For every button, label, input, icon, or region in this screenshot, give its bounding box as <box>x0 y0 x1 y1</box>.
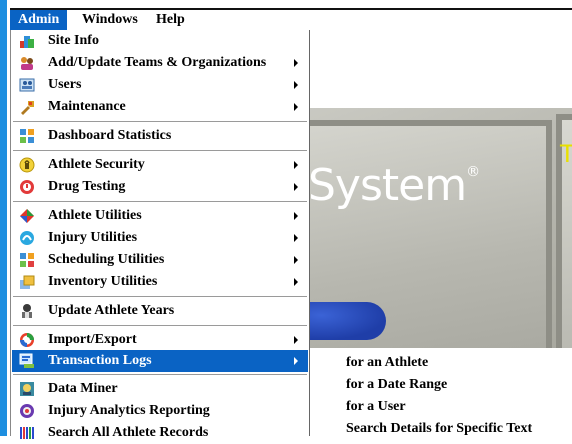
menu-item-maintenance[interactable]: Maintenance <box>12 96 308 118</box>
menu-item-athlete-utilities[interactable]: Athlete Utilities <box>12 205 308 227</box>
menu-separator <box>13 201 307 203</box>
admin-dropdown-menu: Site Info Add/Update Teams & Organizatio… <box>10 30 310 440</box>
submenu-arrow-icon <box>294 59 298 67</box>
teams-icon <box>21 57 33 70</box>
inventory-icon <box>20 275 35 289</box>
menu-item-transaction-logs[interactable]: Transaction Logs <box>12 350 308 372</box>
menu-item-update-athlete-years[interactable]: Update Athlete Years <box>12 300 308 322</box>
menu-help[interactable]: Help <box>148 10 193 30</box>
yellow-logo-fragment: T <box>560 140 572 168</box>
data-miner-icon <box>20 382 34 396</box>
submenu-arrow-icon <box>294 161 298 169</box>
menu-item-label: Transaction Logs <box>48 353 152 368</box>
submenu-arrow-icon <box>294 357 298 365</box>
splash-banner: System® T <box>308 108 572 348</box>
menu-item-site-info[interactable]: Site Info <box>12 30 308 52</box>
analytics-icon <box>20 404 34 418</box>
menu-item-label: Injury Analytics Reporting <box>48 403 210 418</box>
menu-separator <box>13 296 307 298</box>
menu-bar: Admin Windows Help <box>10 8 572 31</box>
submenu-arrow-icon <box>294 234 298 242</box>
transaction-logs-submenu: for an Athlete for a Date Range for a Us… <box>308 350 572 436</box>
window-left-edge <box>0 0 7 436</box>
submenu-item-user[interactable]: for a User <box>346 396 406 418</box>
menu-item-label: Dashboard Statistics <box>48 128 172 143</box>
menu-item-users[interactable]: Users <box>12 74 308 96</box>
menu-item-import-export[interactable]: Import/Export <box>12 329 308 351</box>
menu-item-label: Athlete Utilities <box>48 208 142 223</box>
menu-admin[interactable]: Admin <box>10 10 68 30</box>
menu-item-search-all-athlete-records[interactable]: Search All Athlete Records <box>12 422 308 444</box>
submenu-arrow-icon <box>294 278 298 286</box>
dashboard-icon <box>20 129 34 143</box>
security-icon <box>19 157 35 173</box>
menu-windows[interactable]: Windows <box>74 10 146 30</box>
menu-item-label: Import/Export <box>48 332 137 347</box>
athlete-years-icon <box>22 304 32 318</box>
menu-item-label: Update Athlete Years <box>48 303 175 318</box>
injury-utilities-icon <box>20 231 34 245</box>
menu-item-label: Scheduling Utilities <box>48 252 165 267</box>
users-icon <box>19 78 35 92</box>
menu-item-label: Data Miner <box>48 381 118 396</box>
submenu-item-athlete[interactable]: for an Athlete <box>346 352 428 374</box>
menu-item-injury-analytics-reporting[interactable]: Injury Analytics Reporting <box>12 400 308 422</box>
menu-item-inventory-utilities[interactable]: Inventory Utilities <box>12 271 308 293</box>
menu-item-data-miner[interactable]: Data Miner <box>12 378 308 400</box>
menu-item-label: Injury Utilities <box>48 230 138 245</box>
search-records-icon <box>20 427 34 439</box>
menu-item-injury-utilities[interactable]: Injury Utilities <box>12 227 308 249</box>
menu-item-label: Athlete Security <box>48 157 145 172</box>
menu-item-label: Search All Athlete Records <box>48 425 209 440</box>
submenu-arrow-icon <box>294 336 298 344</box>
maintenance-icon <box>21 101 34 115</box>
menu-item-scheduling-utilities[interactable]: Scheduling Utilities <box>12 249 308 271</box>
menu-separator <box>13 150 307 152</box>
menu-item-label: Maintenance <box>48 99 126 114</box>
transaction-logs-icon <box>19 353 34 368</box>
menu-item-label: Add/Update Teams & Organizations <box>48 55 267 70</box>
menu-item-label: Users <box>48 77 82 92</box>
menu-item-athlete-security[interactable]: Athlete Security <box>12 154 308 176</box>
menu-separator <box>13 374 307 376</box>
menu-separator <box>13 325 307 327</box>
submenu-arrow-icon <box>294 103 298 111</box>
submenu-item-search-details[interactable]: Search Details for Specific Text <box>346 418 532 440</box>
athlete-utilities-icon <box>20 209 34 223</box>
submenu-arrow-icon <box>294 81 298 89</box>
site-info-icon <box>20 36 34 48</box>
menu-item-label: Site Info <box>48 33 99 48</box>
blue-pill-button[interactable] <box>308 302 386 340</box>
menu-item-label: Drug Testing <box>48 179 126 194</box>
scheduling-icon <box>20 253 34 267</box>
menu-item-label: Inventory Utilities <box>48 274 158 289</box>
menu-item-dashboard-statistics[interactable]: Dashboard Statistics <box>12 125 308 147</box>
import-export-icon <box>20 333 34 347</box>
menu-separator <box>13 121 307 123</box>
submenu-item-date-range[interactable]: for a Date Range <box>346 374 447 396</box>
submenu-arrow-icon <box>294 183 298 191</box>
drug-testing-icon <box>20 180 34 194</box>
submenu-arrow-icon <box>294 212 298 220</box>
menu-item-teams-organizations[interactable]: Add/Update Teams & Organizations <box>12 52 308 74</box>
menu-item-drug-testing[interactable]: Drug Testing <box>12 176 308 198</box>
submenu-arrow-icon <box>294 256 298 264</box>
system-logo-text: System® <box>308 160 480 211</box>
